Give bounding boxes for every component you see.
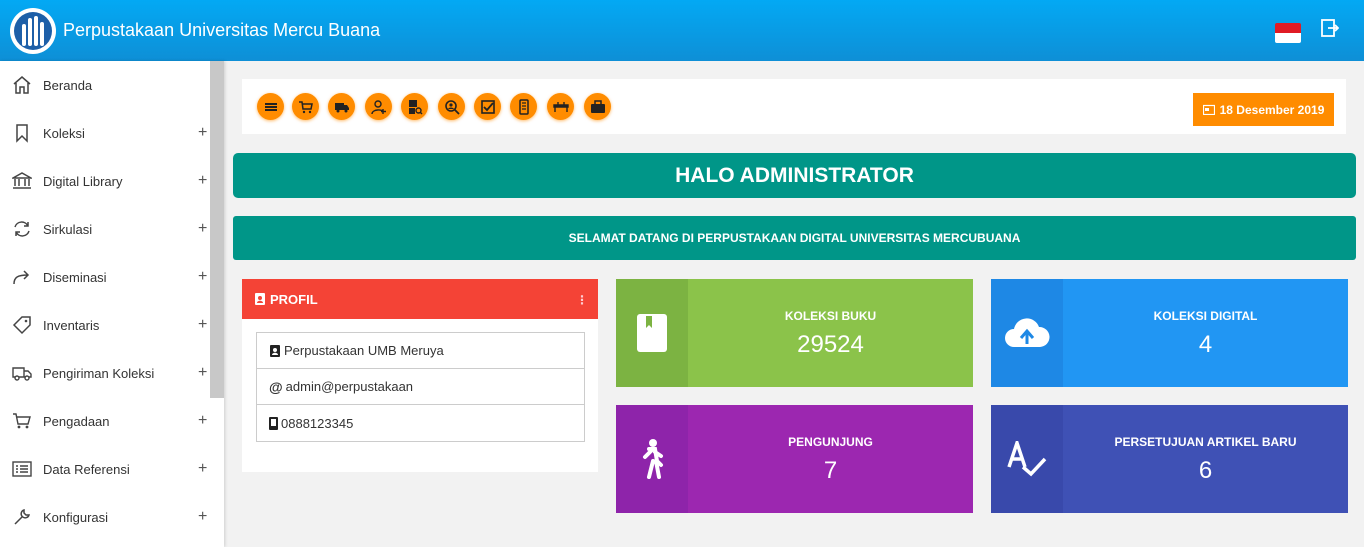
shortcut-toolbar: 18 Desember 2019 [242, 79, 1346, 134]
cloud-upload-icon [1005, 318, 1050, 347]
profile-details: Perpustakaan UMB Meruya @ admin@perpusta… [256, 332, 585, 442]
sidebar-item-label: Koleksi [43, 125, 85, 141]
sidebar-item-konfigurasi[interactable]: Konfigurasi + [0, 493, 210, 541]
sidebar-item-label: Sirkulasi [43, 221, 93, 237]
profile-name: Perpustakaan UMB Meruya [284, 343, 444, 358]
bank-icon [12, 172, 32, 189]
profile-row-email: @ admin@perpustakaan [257, 369, 584, 405]
wrench-icon [14, 508, 31, 525]
sidebar-item-label: Data Referensi [43, 461, 130, 477]
bookmark-icon [16, 124, 28, 143]
tag-icon [12, 316, 31, 335]
sidebar-item-pengadaan[interactable]: Pengadaan + [0, 397, 210, 445]
profile-card-header: PROFIL ⋮ [242, 279, 598, 319]
sidebar-item-data-referensi[interactable]: Data Referensi + [0, 445, 210, 493]
sidebar-item-pengiriman-koleksi[interactable]: Pengiriman Koleksi + [0, 349, 210, 397]
share-icon [13, 270, 30, 285]
walk-icon [643, 439, 663, 479]
checkbox-icon[interactable] [474, 93, 501, 120]
expand-icon[interactable]: + [198, 412, 207, 430]
profile-row-phone: 0888123345 [257, 405, 584, 441]
profile-card: PROFIL ⋮ Perpustakaan UMB Meruya @ admin… [242, 279, 598, 472]
expand-icon[interactable]: + [198, 316, 207, 334]
sidebar-item-label: Inventaris [43, 317, 100, 333]
sidebar-item-digital-library[interactable]: Digital Library + [0, 157, 210, 205]
date-button[interactable]: 18 Desember 2019 [1193, 93, 1334, 126]
phone-icon[interactable] [510, 93, 537, 120]
truck-icon[interactable] [328, 93, 355, 120]
home-icon [13, 76, 31, 94]
profile-email: admin@perpustakaan [285, 379, 414, 394]
refresh-icon [14, 221, 30, 237]
stat-title: PERSETUJUAN ARTIKEL BARU [1114, 435, 1297, 449]
sidebar-item-inventaris[interactable]: Inventaris + [0, 301, 210, 349]
top-header: Perpustakaan Universitas Mercu Buana [0, 0, 1364, 61]
stat-value: 29524 [797, 331, 864, 358]
language-flag-icon[interactable] [1275, 23, 1301, 43]
sidebar-scrollbar[interactable] [210, 61, 224, 398]
expand-icon[interactable]: + [198, 172, 207, 190]
briefcase-icon[interactable] [584, 93, 611, 120]
expand-icon[interactable]: + [198, 508, 207, 526]
spellcheck-icon [1007, 441, 1047, 477]
cart-icon[interactable] [292, 93, 319, 120]
sidebar-item-sirkulasi[interactable]: Sirkulasi + [0, 205, 210, 253]
contact-icon [255, 293, 265, 305]
cart-icon [13, 413, 31, 429]
sidebar-item-koleksi[interactable]: Koleksi + [0, 109, 210, 157]
stat-title: KOLEKSI DIGITAL [1153, 309, 1258, 323]
sidebar-item-beranda[interactable]: Beranda [0, 61, 210, 109]
logout-icon[interactable] [1321, 19, 1339, 37]
expand-icon[interactable]: + [198, 124, 207, 142]
expand-icon[interactable]: + [198, 220, 207, 238]
table-icon[interactable] [547, 93, 574, 120]
sidebar: Beranda Koleksi + Digital Library + Sirk… [0, 61, 224, 547]
stat-value: 4 [1198, 331, 1213, 358]
sidebar-item-diseminasi[interactable]: Diseminasi + [0, 253, 210, 301]
expand-icon[interactable]: + [198, 364, 207, 382]
sidebar-item-label: Beranda [43, 77, 93, 93]
sidebar-item-label: Pengadaan [43, 413, 110, 429]
list-icon [12, 461, 32, 477]
university-logo[interactable] [10, 8, 56, 54]
stat-value: 7 [823, 457, 838, 484]
sidebar-item-label: Diseminasi [43, 269, 107, 285]
app-title: Perpustakaan Universitas Mercu Buana [63, 20, 381, 40]
welcome-banner: SELAMAT DATANG DI PERPUSTAKAAN DIGITAL U… [233, 216, 1356, 260]
books-icon[interactable] [257, 93, 284, 120]
more-menu-icon[interactable]: ⋮ [576, 293, 588, 307]
stat-card-pengunjung[interactable]: PENGUNJUNG 7 [616, 405, 973, 513]
sidebar-item-label: Konfigurasi [43, 509, 109, 525]
calendar-icon [1202, 104, 1215, 115]
stat-card-koleksi-digital[interactable]: KOLEKSI DIGITAL 4 [991, 279, 1348, 387]
expand-icon[interactable]: + [198, 460, 207, 478]
user-search-icon[interactable] [438, 93, 465, 120]
stat-title: PENGUNJUNG [788, 435, 873, 449]
profile-title: PROFIL [270, 291, 318, 307]
stat-card-koleksi-buku[interactable]: KOLEKSI BUKU 29524 [616, 279, 973, 387]
sidebar-item-label: Digital Library [43, 173, 123, 189]
user-add-icon[interactable] [365, 93, 392, 120]
profile-phone: 0888123345 [281, 415, 354, 431]
expand-icon[interactable]: + [198, 268, 207, 286]
stat-title: KOLEKSI BUKU [784, 309, 877, 323]
stat-card-persetujuan-artikel[interactable]: PERSETUJUAN ARTIKEL BARU 6 [991, 405, 1348, 513]
greeting-banner: HALO ADMINISTRATOR [233, 153, 1356, 198]
book-icon [637, 314, 667, 352]
at-icon: @ [269, 378, 283, 395]
profile-row-name: Perpustakaan UMB Meruya [257, 333, 584, 369]
stat-value: 6 [1198, 457, 1213, 484]
document-search-icon[interactable] [401, 93, 428, 120]
date-text: 18 Desember 2019 [1219, 102, 1325, 117]
truck-icon [12, 367, 32, 381]
sidebar-item-label: Pengiriman Koleksi [43, 365, 155, 381]
phone-icon [269, 416, 278, 430]
contact-icon [270, 344, 280, 357]
